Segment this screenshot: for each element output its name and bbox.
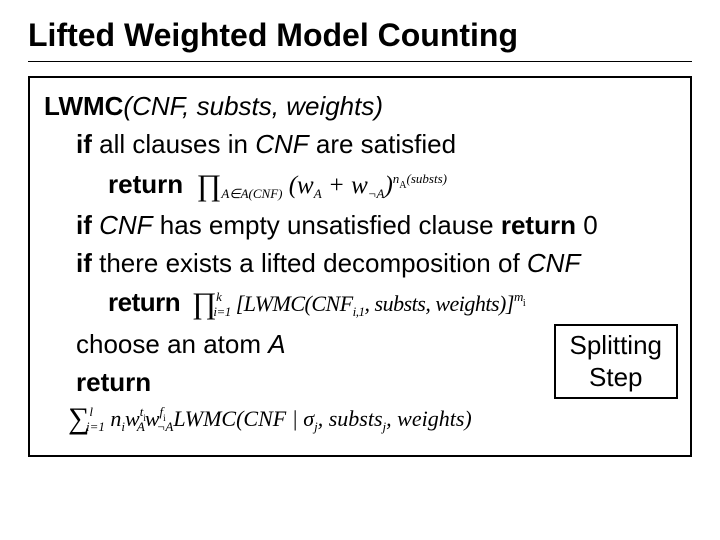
- txt: has empty unsatisfied clause: [153, 210, 501, 240]
- kw-return: return: [108, 287, 180, 317]
- badge-line1: Splitting: [570, 330, 663, 361]
- splitting-step-badge: Splitting Step: [554, 324, 679, 398]
- txt: choose an atom: [76, 329, 268, 359]
- fn-args: (CNF, substs, weights): [123, 91, 383, 121]
- line-return-sum: ∑li=1 niwtiAwfi¬ALWMC(CNF | σj, substsj,…: [44, 397, 676, 441]
- line-return-product2: return ∏ki=1 [LWMC(CNFi,1, substs, weigh…: [44, 282, 676, 326]
- algo-header: LWMC(CNF, substs, weights): [44, 88, 676, 126]
- txt: are satisfied: [309, 129, 456, 159]
- slide-title: Lifted Weighted Model Counting: [28, 18, 692, 53]
- kw-if: if: [76, 129, 92, 159]
- kw-if: if: [76, 210, 99, 240]
- var-a: A: [268, 329, 285, 359]
- var-cnf: CNF: [255, 129, 308, 159]
- txt: there exists a lifted decomposition of: [99, 248, 527, 278]
- kw-return: return: [501, 210, 576, 240]
- line-if-decomp: if there exists a lifted decomposition o…: [44, 245, 676, 283]
- formula-product-weights: ∏A∈A(CNF) (wA + w¬A)nA(substs): [190, 172, 447, 199]
- kw-return: return: [108, 169, 183, 199]
- line-return-product1: return ∏A∈A(CNF) (wA + w¬A)nA(substs): [44, 164, 676, 208]
- slide: Lifted Weighted Model Counting LWMC(CNF,…: [0, 0, 720, 540]
- formula-sum: ∑li=1 niwtiAwfi¬ALWMC(CNF | σj, substsj,…: [68, 406, 472, 431]
- zero: 0: [576, 210, 598, 240]
- kw-return: return: [76, 367, 151, 397]
- fn-name: LWMC: [44, 91, 123, 121]
- formula-product-lwmc: ∏ki=1 [LWMC(CNFi,1, substs, weights)]mi: [187, 291, 525, 316]
- kw-if: if: [76, 248, 99, 278]
- txt: all clauses in: [92, 129, 255, 159]
- var-cnf: CNF: [527, 248, 580, 278]
- badge-line2: Step: [570, 362, 663, 393]
- line-if-satisfied: if all clauses in CNF are satisfied: [44, 126, 676, 164]
- algorithm-box: LWMC(CNF, substs, weights) if all clause…: [28, 76, 692, 457]
- var-cnf: CNF: [99, 210, 152, 240]
- line-if-empty: if CNF has empty unsatisfied clause retu…: [44, 207, 676, 245]
- title-container: Lifted Weighted Model Counting: [28, 18, 692, 62]
